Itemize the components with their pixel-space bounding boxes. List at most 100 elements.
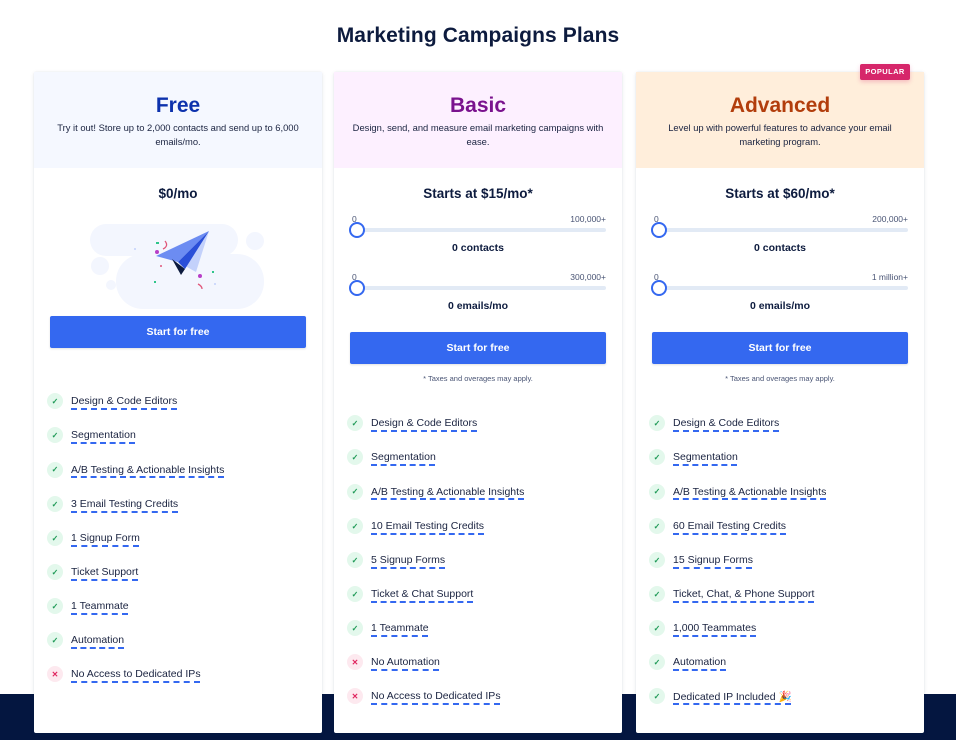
feature-item: ✓ 1 Signup Form bbox=[47, 521, 322, 555]
feature-item: ✓ Design & Code Editors bbox=[347, 406, 622, 440]
feature-item: ✓ Segmentation bbox=[347, 440, 622, 474]
feature-item: ✕ No Access to Dedicated IPs bbox=[347, 679, 622, 713]
plan-header: Advanced Level up with powerful features… bbox=[636, 72, 924, 168]
start-for-free-button[interactable]: Start for free bbox=[350, 332, 606, 364]
feature-item: ✓ A/B Testing & Actionable Insights bbox=[347, 474, 622, 509]
check-icon: ✓ bbox=[47, 598, 63, 614]
contacts-slider: 0 100,000+ 0 contacts bbox=[349, 214, 606, 272]
check-icon: ✓ bbox=[649, 518, 665, 534]
page-title: Marketing Campaigns Plans bbox=[336, 24, 620, 47]
feature-item: ✓ 10 Email Testing Credits bbox=[347, 509, 622, 543]
feature-item: ✓ Ticket & Chat Support bbox=[347, 577, 622, 611]
check-icon: ✓ bbox=[347, 620, 363, 636]
feature-item: ✓ Automation bbox=[47, 623, 322, 657]
feature-item: ✓ Design & Code Editors bbox=[47, 384, 322, 418]
feature-tooltip-link[interactable]: 3 Email Testing Credits bbox=[71, 498, 178, 510]
check-icon: ✓ bbox=[47, 530, 63, 546]
feature-item: ✓ Dedicated IP Included 🎉 bbox=[649, 679, 924, 713]
feature-item: ✓ 60 Email Testing Credits bbox=[649, 509, 924, 543]
feature-tooltip-link[interactable]: No Access to Dedicated IPs bbox=[71, 668, 201, 680]
plan-price: Starts at $60/mo* bbox=[725, 186, 835, 201]
slider-thumb[interactable] bbox=[349, 222, 365, 238]
plan-description: Try it out! Store up to 2,000 contacts a… bbox=[57, 122, 299, 147]
check-icon: ✓ bbox=[649, 688, 665, 704]
feature-item: ✓ Ticket Support bbox=[47, 555, 322, 589]
feature-tooltip-link[interactable]: A/B Testing & Actionable Insights bbox=[673, 486, 826, 498]
feature-item: ✓ 1,000 Teammates bbox=[649, 611, 924, 645]
slider-track[interactable] bbox=[652, 228, 908, 232]
feature-item: ✓ 15 Signup Forms bbox=[649, 543, 924, 577]
check-icon: ✓ bbox=[347, 552, 363, 568]
feature-tooltip-link[interactable]: Automation bbox=[71, 634, 124, 646]
feature-item: ✕ No Access to Dedicated IPs bbox=[47, 657, 322, 691]
plan-price: Starts at $15/mo* bbox=[423, 186, 533, 201]
feature-tooltip-link[interactable]: No Access to Dedicated IPs bbox=[371, 690, 501, 702]
feature-item: ✓ 5 Signup Forms bbox=[347, 543, 622, 577]
slider-thumb[interactable] bbox=[651, 222, 667, 238]
feature-tooltip-link[interactable]: 1 Teammate bbox=[71, 600, 129, 612]
plan-card-basic: Basic Design, send, and measure email ma… bbox=[334, 72, 622, 733]
feature-tooltip-link[interactable]: A/B Testing & Actionable Insights bbox=[71, 464, 224, 476]
check-icon: ✓ bbox=[47, 564, 63, 580]
check-icon: ✓ bbox=[649, 552, 665, 568]
emails-slider: 0 300,000+ 0 emails/mo bbox=[349, 272, 606, 330]
feature-tooltip-link[interactable]: 60 Email Testing Credits bbox=[673, 520, 786, 532]
feature-tooltip-link[interactable]: Design & Code Editors bbox=[673, 417, 779, 429]
check-icon: ✓ bbox=[649, 620, 665, 636]
slider-track[interactable] bbox=[350, 286, 606, 290]
feature-tooltip-link[interactable]: Design & Code Editors bbox=[371, 417, 477, 429]
start-for-free-button[interactable]: Start for free bbox=[50, 316, 306, 348]
popular-badge: POPULAR bbox=[860, 64, 910, 80]
feature-tooltip-link[interactable]: 5 Signup Forms bbox=[371, 554, 445, 566]
feature-tooltip-link[interactable]: Segmentation bbox=[673, 451, 738, 463]
slider-value: 0 emails/mo bbox=[447, 300, 509, 312]
check-icon: ✓ bbox=[347, 586, 363, 602]
feature-tooltip-link[interactable]: 1,000 Teammates bbox=[673, 622, 756, 634]
check-icon: ✓ bbox=[649, 483, 665, 500]
feature-list: ✓ Design & Code Editors ✓ Segmentation ✓ A/… bbox=[47, 384, 322, 691]
check-icon: ✓ bbox=[47, 461, 63, 478]
check-icon: ✓ bbox=[347, 415, 363, 431]
start-for-free-button[interactable]: Start for free bbox=[652, 332, 908, 364]
check-icon: ✓ bbox=[649, 586, 665, 602]
feature-tooltip-link[interactable]: Ticket Support bbox=[71, 566, 138, 578]
feature-tooltip-link[interactable]: Segmentation bbox=[71, 429, 136, 441]
check-icon: ✓ bbox=[649, 415, 665, 431]
plan-header: Free Try it out! Store up to 2,000 conta… bbox=[34, 72, 322, 168]
slider-max-label: 1 million+ bbox=[871, 272, 908, 282]
slider-track[interactable] bbox=[652, 286, 908, 290]
feature-tooltip-link[interactable]: No Automation bbox=[371, 656, 440, 668]
feature-tooltip-link[interactable]: 1 Signup Form bbox=[71, 532, 140, 544]
feature-tooltip-link[interactable]: Automation bbox=[673, 656, 726, 668]
feature-item: ✓ 1 Teammate bbox=[347, 611, 622, 645]
feature-item: ✓ A/B Testing & Actionable Insights bbox=[649, 474, 924, 509]
slider-track[interactable] bbox=[350, 228, 606, 232]
paper-plane-illustration bbox=[34, 214, 322, 314]
feature-tooltip-link[interactable]: 10 Email Testing Credits bbox=[371, 520, 484, 532]
plan-header: Basic Design, send, and measure email ma… bbox=[334, 72, 622, 168]
tax-note: * Taxes and overages may apply. bbox=[423, 374, 533, 383]
feature-tooltip-link[interactable]: 15 Signup Forms bbox=[673, 554, 753, 566]
feature-tooltip-link[interactable]: 1 Teammate bbox=[371, 622, 429, 634]
feature-tooltip-link[interactable]: Ticket, Chat, & Phone Support bbox=[673, 588, 814, 600]
check-icon: ✓ bbox=[347, 449, 363, 465]
paper-plane-icon bbox=[90, 224, 264, 309]
slider-thumb[interactable] bbox=[349, 280, 365, 296]
feature-tooltip-link[interactable]: Segmentation bbox=[371, 451, 436, 463]
contacts-slider: 0 200,000+ 0 contacts bbox=[651, 214, 908, 272]
plan-card-advanced: Advanced Level up with powerful features… bbox=[636, 72, 924, 733]
feature-tooltip-link[interactable]: Design & Code Editors bbox=[71, 395, 177, 407]
emails-slider: 0 1 million+ 0 emails/mo bbox=[651, 272, 908, 330]
plan-name: Basic bbox=[449, 94, 507, 117]
slider-max-label: 300,000+ bbox=[570, 272, 606, 282]
feature-item: ✓ Design & Code Editors bbox=[649, 406, 924, 440]
feature-tooltip-link[interactable]: A/B Testing & Actionable Insights bbox=[371, 486, 524, 498]
cross-icon: ✕ bbox=[347, 654, 363, 670]
tax-note: * Taxes and overages may apply. bbox=[725, 374, 835, 383]
feature-item: ✓ Segmentation bbox=[47, 418, 322, 452]
check-icon: ✓ bbox=[47, 393, 63, 409]
feature-tooltip-link[interactable]: Ticket & Chat Support bbox=[371, 588, 473, 600]
slider-thumb[interactable] bbox=[651, 280, 667, 296]
slider-value: 0 emails/mo bbox=[749, 300, 811, 312]
feature-tooltip-link[interactable]: Dedicated IP Included 🎉 bbox=[673, 690, 792, 703]
